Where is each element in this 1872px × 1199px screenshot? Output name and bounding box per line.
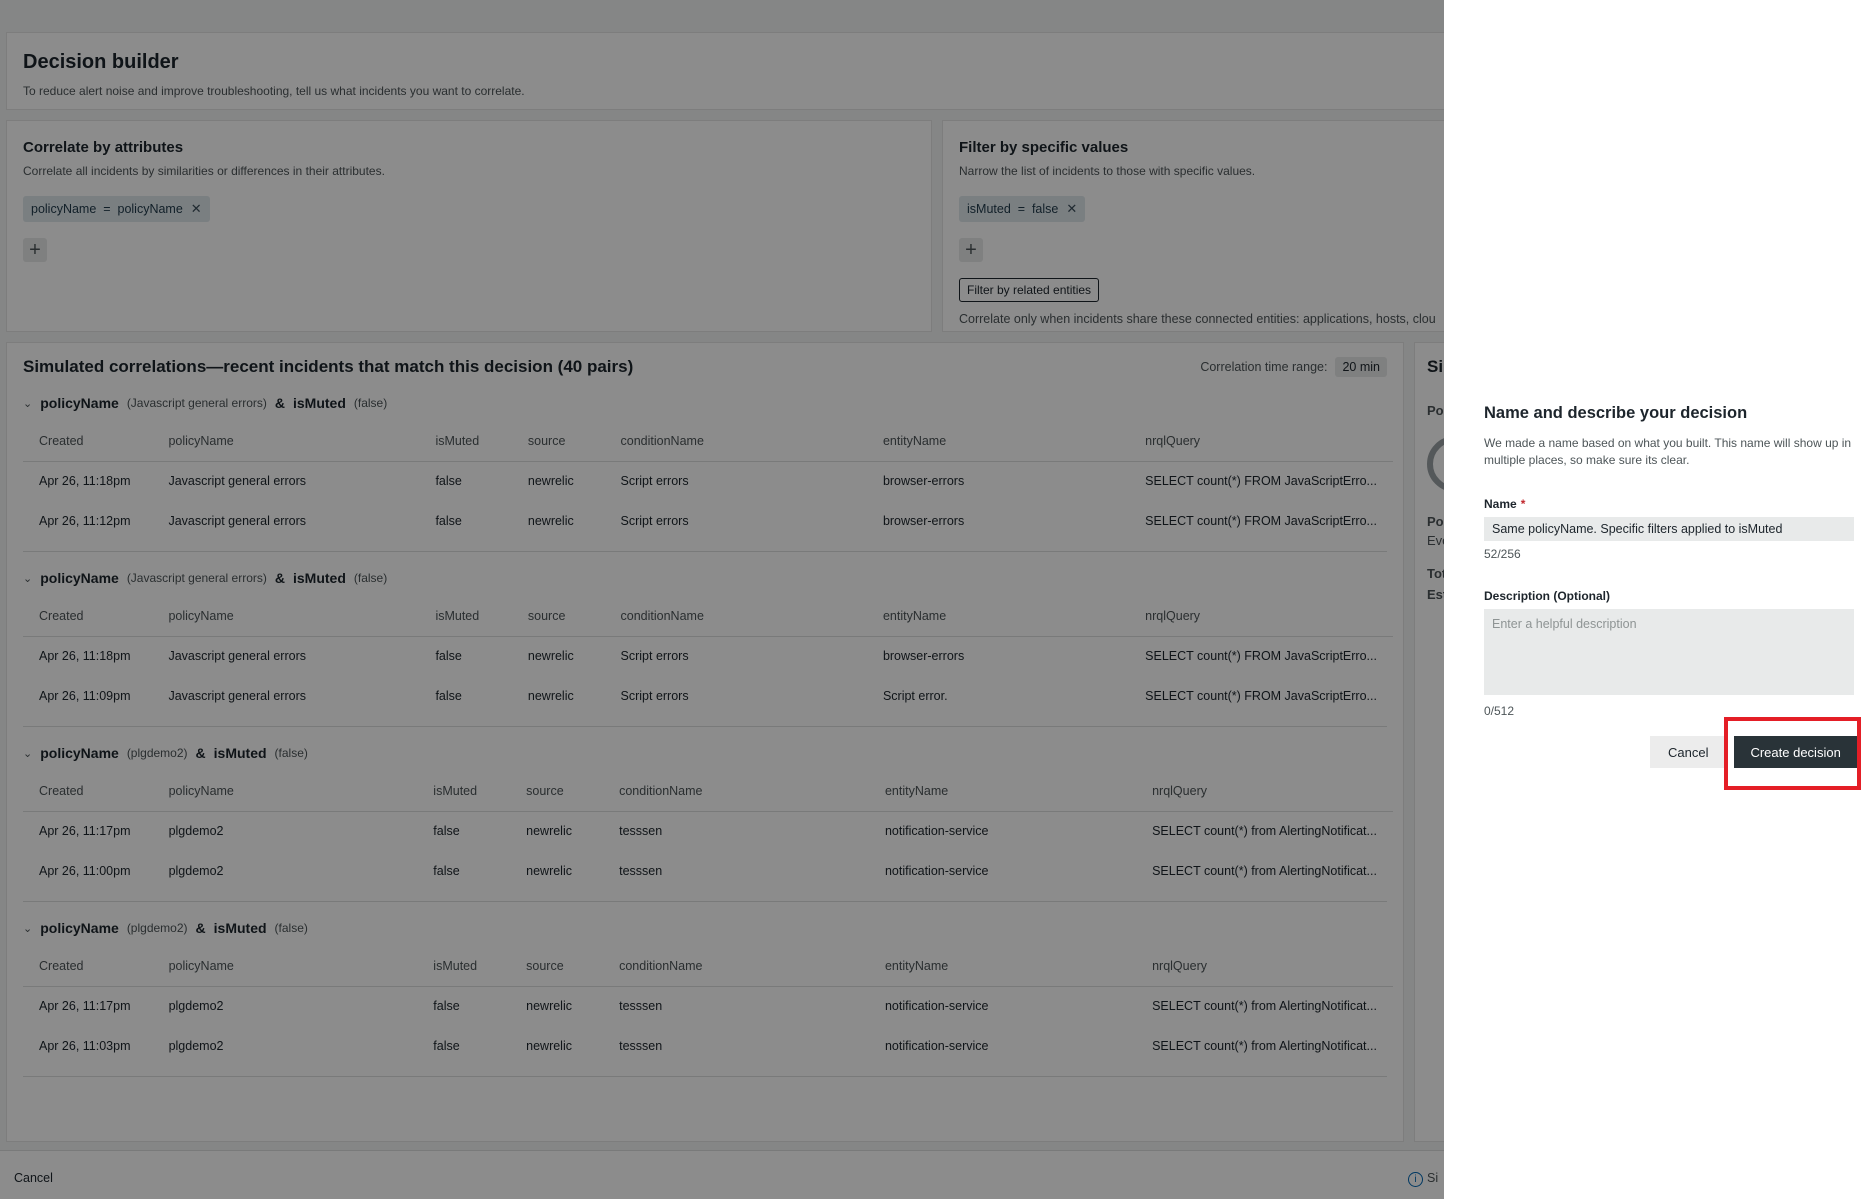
name-input[interactable] [1484, 516, 1854, 541]
name-label-text: Name [1484, 496, 1517, 511]
description-label: Description (Optional) [1484, 588, 1610, 603]
panel-description: We made a name based on what you built. … [1484, 436, 1852, 467]
panel-title: Name and describe your decision [1484, 404, 1748, 422]
description-char-count: 0/512 [1484, 703, 1515, 718]
required-marker: * [1520, 496, 1526, 511]
name-decision-panel: Name and describe your decision We made … [1444, 0, 1872, 1199]
decision-builder-page: Decision builder To reduce alert noise a… [0, 0, 1444, 1199]
name-char-count: 52/256 [1484, 546, 1521, 561]
cancel-button[interactable]: Cancel [1650, 736, 1727, 768]
description-input[interactable] [1484, 608, 1854, 695]
highlight-box [1724, 717, 1861, 790]
name-label: Name * [1484, 497, 1848, 511]
modal-overlay[interactable] [0, 0, 1444, 1199]
